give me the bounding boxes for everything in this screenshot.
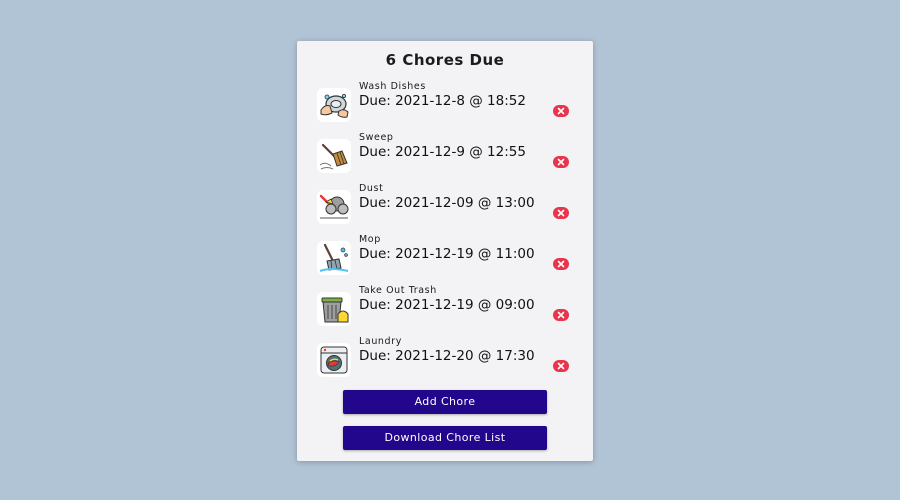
chore-due-date: Due: 2021-12-19 @ 09:00 xyxy=(359,297,535,313)
chore-name: Sweep xyxy=(359,132,394,143)
trash-bin-icon xyxy=(317,292,351,326)
close-icon xyxy=(557,158,565,166)
close-icon xyxy=(557,362,565,370)
mop-icon xyxy=(317,241,351,275)
delete-chore-button[interactable] xyxy=(553,207,569,219)
washing-machine-icon xyxy=(317,343,351,377)
chore-due-date: Due: 2021-12-8 @ 18:52 xyxy=(359,93,526,109)
chore-item-mop: Mop Due: 2021-12-19 @ 11:00 xyxy=(317,234,575,282)
close-icon xyxy=(557,107,565,115)
page-title: 6 Chores Due xyxy=(385,51,505,69)
chore-item-wash-dishes: Wash Dishes Due: 2021-12-8 @ 18:52 xyxy=(317,81,575,129)
add-chore-button[interactable]: Add Chore xyxy=(343,390,547,414)
chore-due-date: Due: 2021-12-19 @ 11:00 xyxy=(359,246,535,262)
chore-name: Wash Dishes xyxy=(359,81,426,92)
delete-chore-button[interactable] xyxy=(553,105,569,117)
delete-chore-button[interactable] xyxy=(553,156,569,168)
chore-item-take-out-trash: Take Out Trash Due: 2021-12-19 @ 09:00 xyxy=(317,285,575,333)
chore-due-date: Due: 2021-12-9 @ 12:55 xyxy=(359,144,526,160)
delete-chore-button[interactable] xyxy=(553,360,569,372)
chore-item-laundry: Laundry Due: 2021-12-20 @ 17:30 xyxy=(317,336,575,384)
close-icon xyxy=(557,209,565,217)
chore-due-date: Due: 2021-12-09 @ 13:00 xyxy=(359,195,535,211)
chore-item-dust: Dust Due: 2021-12-09 @ 13:00 xyxy=(317,183,575,231)
chore-due-date: Due: 2021-12-20 @ 17:30 xyxy=(359,348,535,364)
delete-chore-button[interactable] xyxy=(553,309,569,321)
close-icon xyxy=(557,311,565,319)
chore-name: Laundry xyxy=(359,336,402,347)
chore-name: Mop xyxy=(359,234,381,245)
chore-list-card: 6 Chores Due Wash Dishes Due: 2021-12-8 … xyxy=(297,41,593,461)
broom-icon xyxy=(317,139,351,173)
dust-icon xyxy=(317,190,351,224)
wash-dishes-icon xyxy=(317,88,351,122)
download-chore-list-button[interactable]: Download Chore List xyxy=(343,426,547,450)
chore-item-sweep: Sweep Due: 2021-12-9 @ 12:55 xyxy=(317,132,575,180)
chore-name: Take Out Trash xyxy=(359,285,437,296)
chore-name: Dust xyxy=(359,183,384,194)
delete-chore-button[interactable] xyxy=(553,258,569,270)
close-icon xyxy=(557,260,565,268)
